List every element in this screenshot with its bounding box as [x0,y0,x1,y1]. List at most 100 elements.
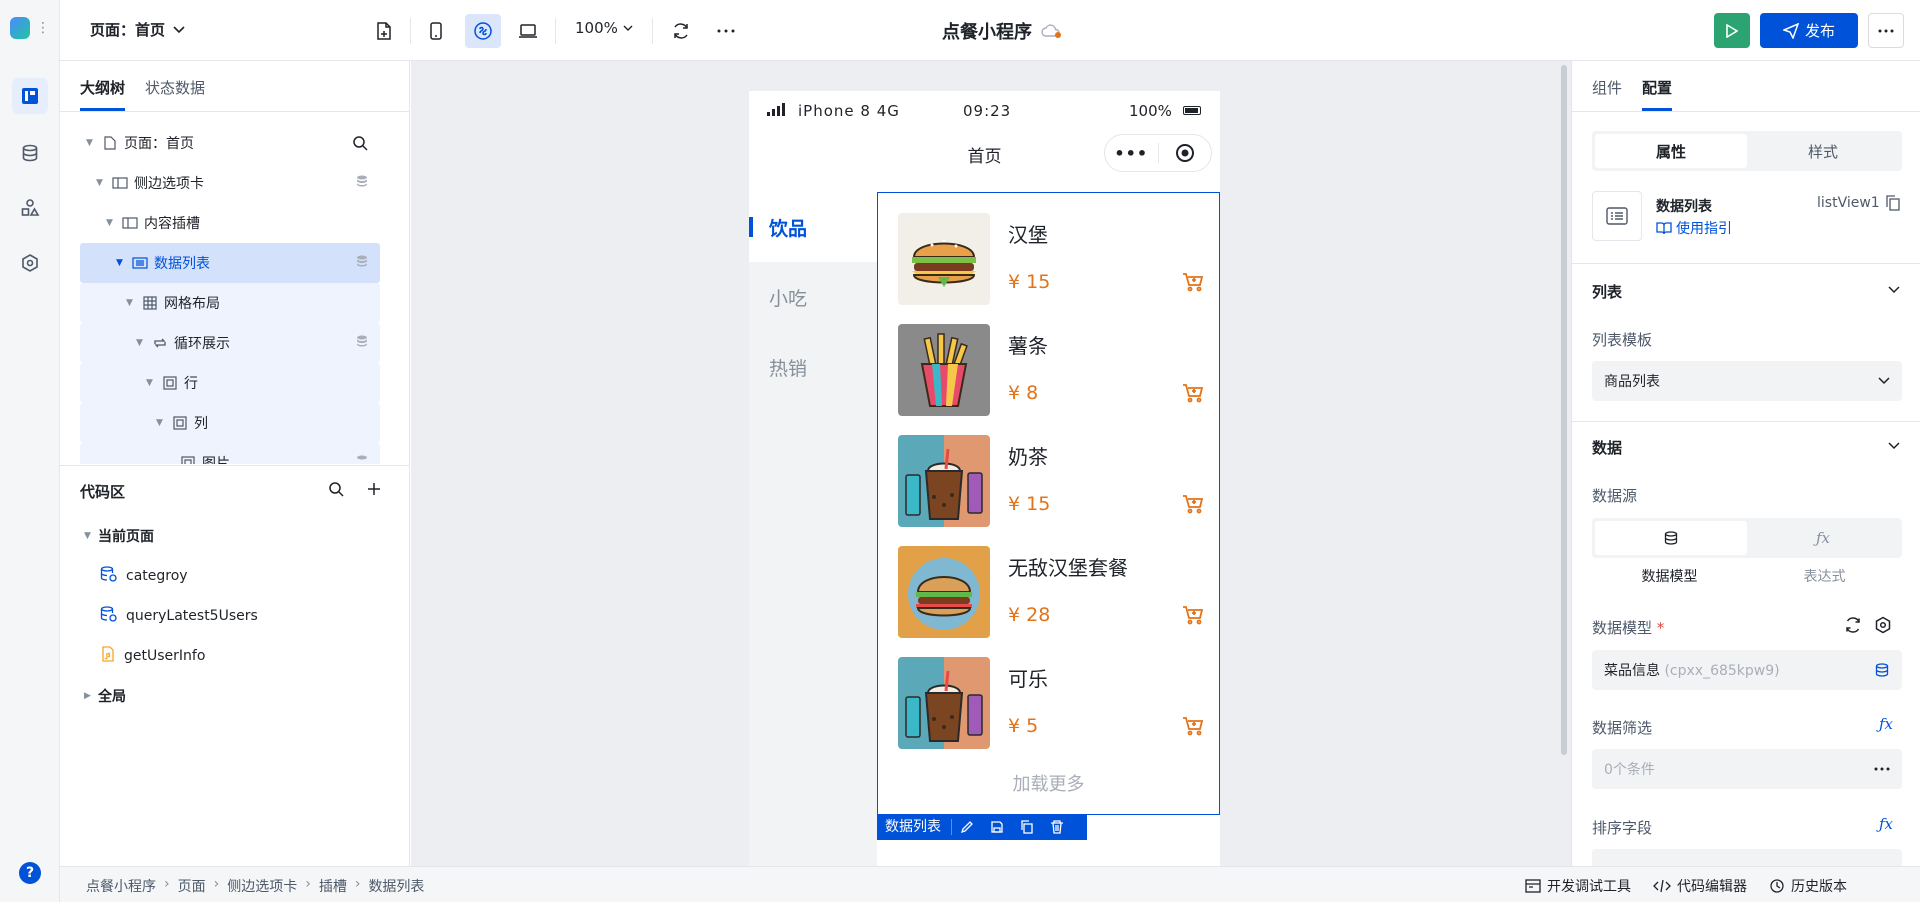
settings-hex-icon[interactable] [1874,616,1892,638]
help-icon[interactable]: ? [19,862,41,884]
breadcrumb-item[interactable]: 侧边选项卡 [227,876,297,896]
fx-icon[interactable]: ƒx [1879,715,1893,733]
seg-properties[interactable]: 属性 [1595,134,1747,168]
cart-icon[interactable] [1182,715,1204,741]
outline-layout-icon[interactable] [12,78,48,114]
app-logo[interactable]: ⋮ [10,16,50,40]
cart-icon[interactable] [1182,271,1204,297]
panel-splitter[interactable] [60,465,410,466]
tree-node-image[interactable]: 图片 [80,443,380,464]
caret-down-icon[interactable]: ▼ [126,298,138,308]
section-data-title[interactable]: 数据 [1592,437,1622,458]
tree-node-data-list[interactable]: ▼ 数据列表 [80,243,380,283]
breadcrumb-item[interactable]: 点餐小程序 [86,876,156,896]
settings-hex-icon[interactable] [12,245,48,281]
tab-components[interactable]: 组件 [1592,61,1622,111]
tree-node-grid[interactable]: ▼ 网格布局 [80,283,380,323]
list-item[interactable]: 奶茶 ¥ 15 [898,435,1213,527]
save-icon[interactable] [982,820,1012,834]
code-item[interactable]: getUserInfo [80,636,390,676]
tab-state-data[interactable]: 状态数据 [145,61,205,111]
phone-preview[interactable]: iPhone 8 4G 09:23 100% 首页 ••• 饮品 小吃 热销 汉… [749,91,1220,866]
caret-down-icon[interactable]: ▼ [146,378,158,388]
edit-icon[interactable] [952,820,982,834]
list-item[interactable]: 薯条 ¥ 8 [898,324,1213,416]
run-button[interactable] [1714,13,1750,48]
code-group-current-page[interactable]: ▼ 当前页面 [80,516,390,556]
caret-right-icon[interactable]: ▶ [84,691,98,701]
tree-node-repeater[interactable]: ▼ 循环展示 [80,323,380,363]
caret-down-icon[interactable]: ▼ [106,218,118,228]
more-horizontal-icon[interactable] [1874,767,1890,771]
canvas-scrollbar[interactable] [1561,65,1567,755]
copy-icon[interactable] [1886,195,1900,211]
side-tab-drinks[interactable]: 饮品 [749,192,877,262]
refresh-icon[interactable] [1844,616,1862,638]
usage-guide-link[interactable]: 使用指引 [1656,218,1732,238]
tab-outline[interactable]: 大纲树 [80,61,126,111]
caret-down-icon[interactable]: ▼ [156,418,168,428]
page-selector[interactable]: 页面：首页 [90,19,185,40]
caret-down-icon[interactable]: ▼ [136,338,148,348]
chevron-down-icon[interactable] [1888,442,1900,450]
template-select[interactable]: 商品列表 [1592,361,1902,401]
code-item[interactable]: queryLatest5Users [80,596,390,636]
code-group-global[interactable]: ▶ 全局 [80,676,390,716]
code-editor-button[interactable]: 代码编辑器 [1653,876,1747,896]
tree-node-row[interactable]: ▼ 行 [80,363,380,403]
copy-icon[interactable] [1012,820,1042,834]
list-item[interactable]: 可乐 ¥ 5 [898,657,1213,749]
tree-node-side-tabs[interactable]: ▼ 侧边选项卡 [80,163,380,203]
list-item[interactable]: 汉堡 ¥ 15 [898,213,1213,305]
add-icon[interactable] [366,481,382,501]
data-list[interactable]: 汉堡 ¥ 15 薯条 ¥ 8 奶茶 ¥ 15 无敌汉堡套餐 ¥ 28 可乐 ¥ … [877,192,1220,815]
mobile-view-icon[interactable] [418,14,454,48]
seg-style[interactable]: 样式 [1747,134,1899,168]
capsule-close-icon[interactable] [1158,143,1211,163]
code-item[interactable]: categroy [80,556,390,596]
data-filter-input[interactable]: 0个条件 [1592,749,1902,789]
breadcrumb-item[interactable]: 插槽 [319,876,347,896]
refresh-icon[interactable] [663,14,699,48]
load-more[interactable]: 加载更多 [878,770,1219,796]
chevron-down-icon[interactable] [1888,286,1900,294]
dev-tools-button[interactable]: 开发调试工具 [1525,876,1631,896]
search-icon[interactable] [328,481,344,501]
expression-option[interactable]: ƒx [1747,521,1899,555]
side-tab-hot[interactable]: 热销 [749,332,877,402]
sort-field-select[interactable] [1592,849,1902,866]
caret-down-icon[interactable]: ▼ [86,138,98,148]
search-icon[interactable] [352,135,368,155]
data-model-select[interactable]: 菜品信息 (cpxx_685kpw9) [1592,650,1902,690]
database-icon[interactable] [12,135,48,171]
fx-icon[interactable]: ƒx [1879,815,1893,833]
caret-down-icon[interactable]: ▼ [96,178,108,188]
new-page-icon[interactable] [366,14,402,48]
cart-icon[interactable] [1182,382,1204,408]
tree-node-content-slot[interactable]: ▼ 内容插槽 [80,203,380,243]
publish-button[interactable]: 发布 [1760,13,1858,48]
cart-icon[interactable] [1182,604,1204,630]
side-tab-snacks[interactable]: 小吃 [749,262,877,332]
capsule-more-icon[interactable]: ••• [1105,144,1158,163]
breadcrumb-item[interactable]: 页面 [178,876,206,896]
data-model-option[interactable] [1595,521,1747,555]
caret-down-icon[interactable]: ▼ [84,531,98,541]
cart-icon[interactable] [1182,493,1204,519]
history-button[interactable]: 历史版本 [1769,876,1847,896]
tree-node-column[interactable]: ▼ 列 [80,403,380,443]
caret-down-icon[interactable]: ▼ [116,258,128,268]
zoom-select[interactable]: 100% [575,19,633,37]
more-horizontal-icon[interactable] [708,14,744,48]
more-menu-button[interactable] [1868,13,1904,48]
more-vert-icon[interactable]: ⋮ [36,21,50,35]
desktop-view-icon[interactable] [510,14,546,48]
list-item[interactable]: 无敌汉堡套餐 ¥ 28 [898,546,1213,638]
delete-icon[interactable] [1042,820,1072,834]
breadcrumb-item[interactable]: 数据列表 [368,876,424,896]
tree-node-page[interactable]: ▼ 页面：首页 [80,123,380,163]
shapes-icon[interactable] [12,190,48,226]
miniprogram-view-icon[interactable] [465,14,501,48]
section-list-title[interactable]: 列表 [1592,281,1622,302]
tab-config[interactable]: 配置 [1642,61,1673,111]
